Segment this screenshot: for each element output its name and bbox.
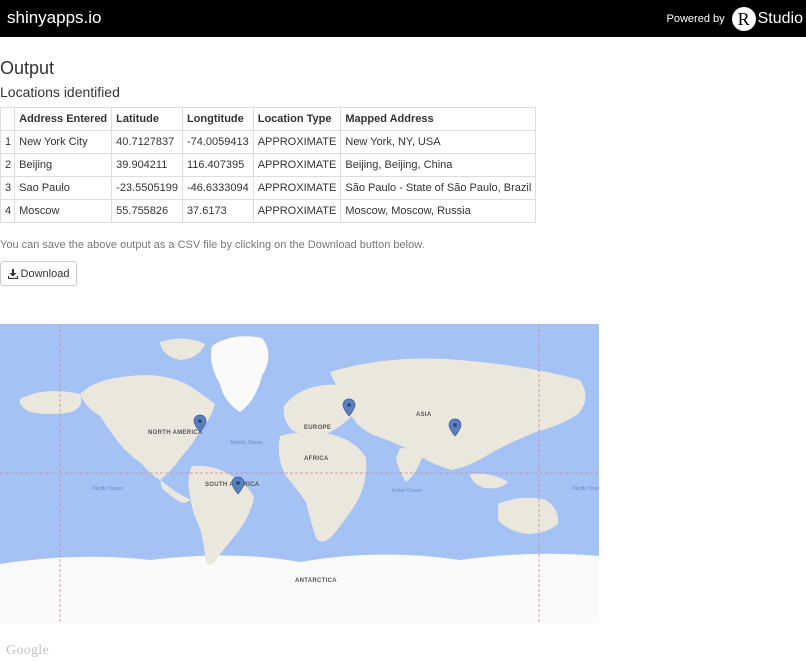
map-label-pacific-east: Pacific Ocean: [572, 486, 599, 492]
table-row: 3 Sao Paulo -23.5505199 -46.6333094 APPR…: [0, 176, 537, 200]
cell-longitude: -46.6333094: [181, 176, 254, 200]
cell-longitude: 116.407395: [181, 153, 254, 177]
column-header-address-entered[interactable]: Address Entered: [14, 107, 113, 131]
rstudio-logo-word: Studio: [757, 9, 803, 27]
row-index: 3: [0, 176, 16, 200]
column-header-mapped-address[interactable]: Mapped Address: [340, 107, 537, 131]
cell-address-entered: Beijing: [14, 153, 113, 177]
cell-longitude: 37.6173: [181, 199, 254, 223]
google-attribution-logo: Google: [6, 643, 50, 658]
table-row: 1 New York City 40.7127837 -74.0059413 A…: [0, 130, 537, 154]
brand-link[interactable]: shinyapps.io: [7, 8, 102, 28]
cell-mapped-address: New York, NY, USA: [340, 130, 537, 154]
cell-location-type: APPROXIMATE: [252, 130, 342, 154]
cell-address-entered: Sao Paulo: [14, 176, 113, 200]
world-map[interactable]: NORTH AMERICA SOUTH AMERICA EUROPE ASIA …: [0, 324, 599, 623]
column-header-longitude[interactable]: Longtitude: [181, 107, 254, 131]
cell-mapped-address: Beijing, Beijing, China: [340, 153, 537, 177]
column-header-index: [0, 107, 16, 131]
map-label-atlantic: Atlantic Ocean: [230, 440, 263, 446]
rstudio-logo-icon: R: [731, 6, 756, 31]
cell-latitude: 40.7127837: [111, 130, 183, 154]
page-title: Output: [0, 58, 55, 78]
cell-location-type: APPROXIMATE: [252, 153, 342, 177]
download-note: You can save the above output as a CSV f…: [0, 239, 425, 251]
download-button-label: Download: [20, 267, 70, 280]
map-label-pacific-west: Pacific Ocean: [92, 486, 123, 492]
column-header-location-type[interactable]: Location Type: [252, 107, 342, 131]
cell-latitude: -23.5505199: [111, 176, 183, 200]
top-navbar: shinyapps.io Powered by R Studio: [0, 0, 806, 37]
locations-table: Address Entered Latitude Longtitude Loca…: [0, 107, 537, 223]
cell-mapped-address: São Paulo - State of São Paulo, Brazil: [340, 176, 537, 200]
map-label-north-america: NORTH AMERICA: [148, 430, 203, 436]
column-header-latitude[interactable]: Latitude: [111, 107, 183, 131]
antarctica-shape: [0, 553, 599, 623]
download-button[interactable]: Download: [0, 261, 77, 286]
map-label-antarctica: ANTARCTICA: [295, 578, 337, 584]
section-subtitle: Locations identified: [0, 84, 120, 100]
map-canvas[interactable]: NORTH AMERICA SOUTH AMERICA EUROPE ASIA …: [0, 324, 599, 623]
cell-latitude: 39.904211: [111, 153, 183, 177]
powered-by-rstudio[interactable]: Powered by R Studio: [667, 0, 806, 37]
map-label-asia: ASIA: [416, 412, 432, 418]
cell-latitude: 55.755826: [111, 199, 183, 223]
map-label-indian: Indian Ocean: [392, 488, 422, 494]
table-row: 2 Beijing 39.904211 116.407395 APPROXIMA…: [0, 153, 537, 177]
cell-location-type: APPROXIMATE: [252, 199, 342, 223]
powered-by-label: Powered by: [666, 12, 725, 25]
row-index: 2: [0, 153, 16, 177]
map-label-europe: EUROPE: [304, 425, 331, 431]
table-row: 4 Moscow 55.755826 37.6173 APPROXIMATE M…: [0, 199, 537, 223]
cell-longitude: -74.0059413: [181, 130, 254, 154]
row-index: 1: [0, 130, 16, 154]
table-header-row: Address Entered Latitude Longtitude Loca…: [0, 107, 537, 131]
row-index: 4: [0, 199, 16, 223]
cell-location-type: APPROXIMATE: [252, 176, 342, 200]
map-label-africa: AFRICA: [304, 456, 329, 462]
cell-address-entered: Moscow: [14, 199, 113, 223]
download-icon: [7, 268, 18, 279]
cell-mapped-address: Moscow, Moscow, Russia: [340, 199, 537, 223]
cell-address-entered: New York City: [14, 130, 113, 154]
